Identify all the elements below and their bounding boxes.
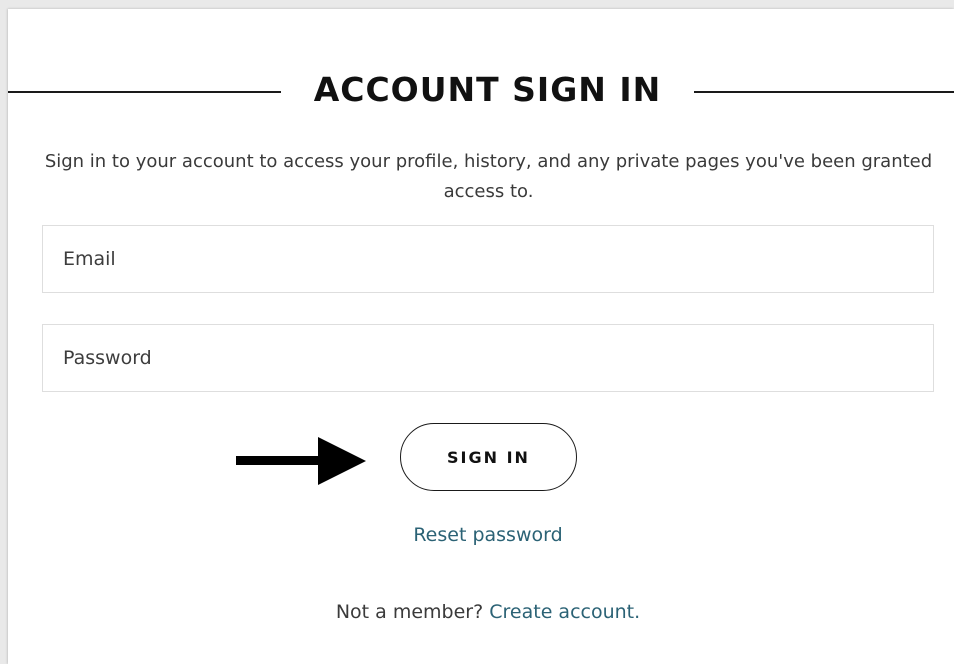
email-field[interactable] xyxy=(43,226,933,292)
email-field-wrapper xyxy=(42,225,934,293)
title-rule-right xyxy=(694,91,954,93)
reset-password-link[interactable]: Reset password xyxy=(338,521,638,549)
page-title: ACCOUNT SIGN IN xyxy=(313,70,662,109)
sign-in-button[interactable]: SIGN IN xyxy=(400,423,577,491)
password-field[interactable] xyxy=(43,325,933,391)
password-field-wrapper xyxy=(42,324,934,392)
not-member-line: Not a member? Create account. xyxy=(188,598,788,626)
title-row: ACCOUNT SIGN IN xyxy=(8,62,954,120)
not-member-text: Not a member? xyxy=(335,601,484,623)
create-account-link[interactable]: Create account. xyxy=(489,601,640,623)
intro-text: Sign in to your account to access your p… xyxy=(44,151,933,202)
arrow-right-icon xyxy=(236,437,366,485)
title-rule-left xyxy=(8,91,281,93)
page: ACCOUNT SIGN IN Sign in to your account … xyxy=(0,0,954,664)
sign-in-card: ACCOUNT SIGN IN Sign in to your account … xyxy=(8,9,954,664)
